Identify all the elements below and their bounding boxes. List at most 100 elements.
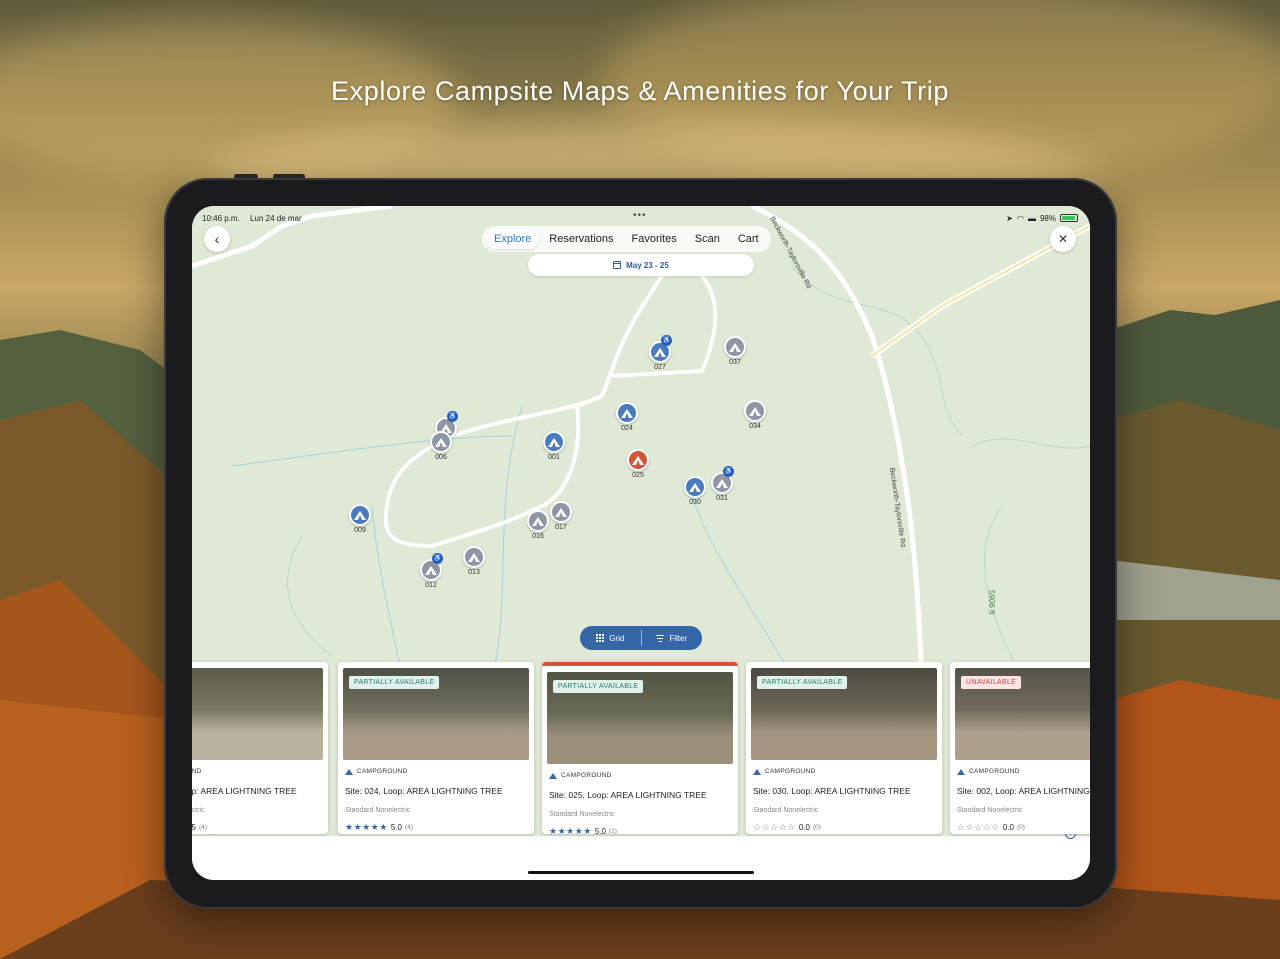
site-card[interactable]: UNAVAILABLE CAMPGROUND Site: 002, Loop: AR…	[950, 662, 1090, 834]
site-photo: UNAVAILABLE	[955, 668, 1090, 760]
filter-icon	[656, 634, 665, 642]
site-subtitle: Standard Nonelectric	[549, 811, 615, 818]
star-rating-icon: ★★★★★	[549, 826, 592, 834]
site-marker[interactable]: ♿ 031	[709, 466, 735, 502]
site-label: 030	[689, 499, 701, 506]
tent-icon	[753, 768, 761, 775]
accessible-icon: ♿	[432, 553, 443, 564]
chevron-left-icon: ‹	[214, 231, 220, 247]
site-title: Site: 030, Loop: AREA LIGHTNING TREE	[753, 786, 911, 796]
site-card[interactable]: PARTIALLY AVAILABLE CAMPGROUND Site: 025, …	[542, 662, 738, 834]
site-cards-carousel[interactable]: AVAILABLE CAMPGROUND Site: 009, Loop: AREA…	[192, 662, 1090, 838]
site-type: CAMPGROUND	[753, 768, 816, 775]
grid-label: Grid	[609, 633, 625, 643]
site-marker[interactable]: ♿ 027	[647, 335, 673, 371]
availability-badge: PARTIALLY AVAILABLE	[553, 680, 644, 693]
site-marker[interactable]: 009	[347, 504, 373, 534]
tab-reservations[interactable]: Reservations	[541, 229, 621, 249]
tent-icon: ♿	[649, 335, 672, 363]
site-label: 006	[435, 454, 447, 461]
tent-icon	[543, 431, 565, 453]
site-marker[interactable]: 013	[461, 546, 487, 576]
tent-icon	[744, 400, 766, 422]
site-photo: PARTIALLY AVAILABLE	[751, 668, 937, 760]
main-tabs: Explore Reservations Favorites Scan Cart	[482, 226, 771, 252]
site-type-label: CAMPGROUND	[192, 768, 202, 775]
grid-icon	[596, 634, 605, 642]
grid-button[interactable]: Grid	[580, 634, 641, 643]
headline: Explore Campsite Maps & Amenities for Yo…	[331, 76, 949, 106]
site-marker[interactable]: 037	[722, 336, 748, 366]
star-rating-icon: ☆☆☆☆☆	[957, 822, 1000, 832]
date-range-picker[interactable]: May 23 - 25	[528, 254, 754, 276]
tent-icon: ♿	[420, 553, 443, 581]
location-icon: ➤	[1006, 213, 1013, 223]
site-subtitle: Standard Nonelectric	[345, 807, 411, 814]
site-marker[interactable]: 025	[625, 449, 651, 479]
satellite-icon: ✕	[1057, 232, 1069, 246]
site-marker[interactable]: 006	[428, 431, 454, 461]
accessible-icon: ♿	[447, 411, 458, 422]
tent-icon	[345, 768, 353, 775]
star-rating-icon: ★★★★★	[345, 822, 388, 832]
site-card[interactable]: AVAILABLE CAMPGROUND Site: 009, Loop: AREA…	[192, 662, 328, 834]
multitask-dots-icon[interactable]: •••	[633, 210, 647, 221]
site-marker[interactable]: 024	[614, 402, 640, 432]
tent-icon	[724, 336, 746, 358]
tab-favorites[interactable]: Favorites	[624, 229, 685, 249]
site-label: 001	[548, 454, 560, 461]
site-marker[interactable]: 001	[541, 431, 567, 461]
site-label: 027	[654, 364, 666, 371]
rating-count: (1)	[608, 828, 617, 834]
site-title: Site: 024, Loop: AREA LIGHTNING TREE	[345, 786, 503, 796]
rating-count: (4)	[198, 824, 207, 831]
status-time: 10:46 p.m.	[202, 213, 240, 223]
site-type: CAMPGROUND	[192, 768, 202, 775]
site-type: CAMPGROUND	[345, 768, 408, 775]
tent-icon	[616, 402, 638, 424]
availability-badge: UNAVAILABLE	[961, 676, 1022, 689]
tent-icon	[627, 449, 649, 471]
site-label: 034	[749, 423, 761, 430]
tent-icon	[527, 510, 549, 532]
site-type-label: CAMPGROUND	[765, 768, 816, 775]
tent-icon	[430, 431, 452, 453]
site-marker[interactable]: ♿ 012	[418, 553, 444, 589]
car-icon: ▬	[1027, 213, 1036, 223]
site-photo: AVAILABLE	[192, 668, 323, 760]
site-label: 017	[555, 524, 567, 531]
site-marker[interactable]: 030	[682, 476, 708, 506]
app-screen: Beckworth-Taylorsville Rd Beckworth-Tayl…	[192, 206, 1090, 880]
site-title: Site: 025, Loop: AREA LIGHTNING TREE	[549, 790, 707, 800]
site-card[interactable]: PARTIALLY AVAILABLE CAMPGROUND Site: 024, …	[338, 662, 534, 834]
site-rating: ★★★★★4.5(4)	[192, 822, 207, 833]
tent-icon	[349, 504, 371, 526]
site-label: 012	[425, 582, 437, 589]
site-type-label: CAMPGROUND	[357, 768, 408, 775]
tent-icon	[550, 501, 572, 523]
tab-explore[interactable]: Explore	[486, 229, 540, 249]
site-subtitle: Standard Nonelectric	[192, 807, 205, 814]
site-title: Site: 002, Loop: AREA LIGHTNING TREE	[957, 786, 1090, 796]
back-button[interactable]: ‹	[204, 226, 230, 252]
battery-percent: 98%	[1039, 213, 1056, 223]
rating-count: (0)	[1016, 824, 1025, 831]
rating-count: (0)	[812, 824, 821, 831]
tent-icon: ♿	[711, 466, 734, 494]
site-type: CAMPGROUND	[549, 772, 612, 779]
rating-value: 5.0	[390, 823, 402, 832]
satellite-view-button[interactable]: ✕	[1050, 226, 1076, 252]
site-card[interactable]: PARTIALLY AVAILABLE CAMPGROUND Site: 030, …	[746, 662, 942, 834]
site-marker[interactable]: 017	[548, 501, 574, 531]
site-label: 037	[729, 359, 741, 366]
tab-scan[interactable]: Scan	[687, 229, 728, 249]
home-indicator[interactable]	[528, 871, 754, 874]
tent-icon	[684, 476, 706, 498]
site-label: 016	[532, 533, 544, 540]
tab-cart[interactable]: Cart	[730, 229, 767, 249]
site-label: 031	[716, 495, 728, 502]
rating-value: 4.5	[192, 823, 196, 832]
site-marker[interactable]: 034	[742, 400, 768, 430]
filter-button[interactable]: Filter	[642, 634, 703, 643]
site-type: CAMPGROUND	[957, 768, 1020, 775]
